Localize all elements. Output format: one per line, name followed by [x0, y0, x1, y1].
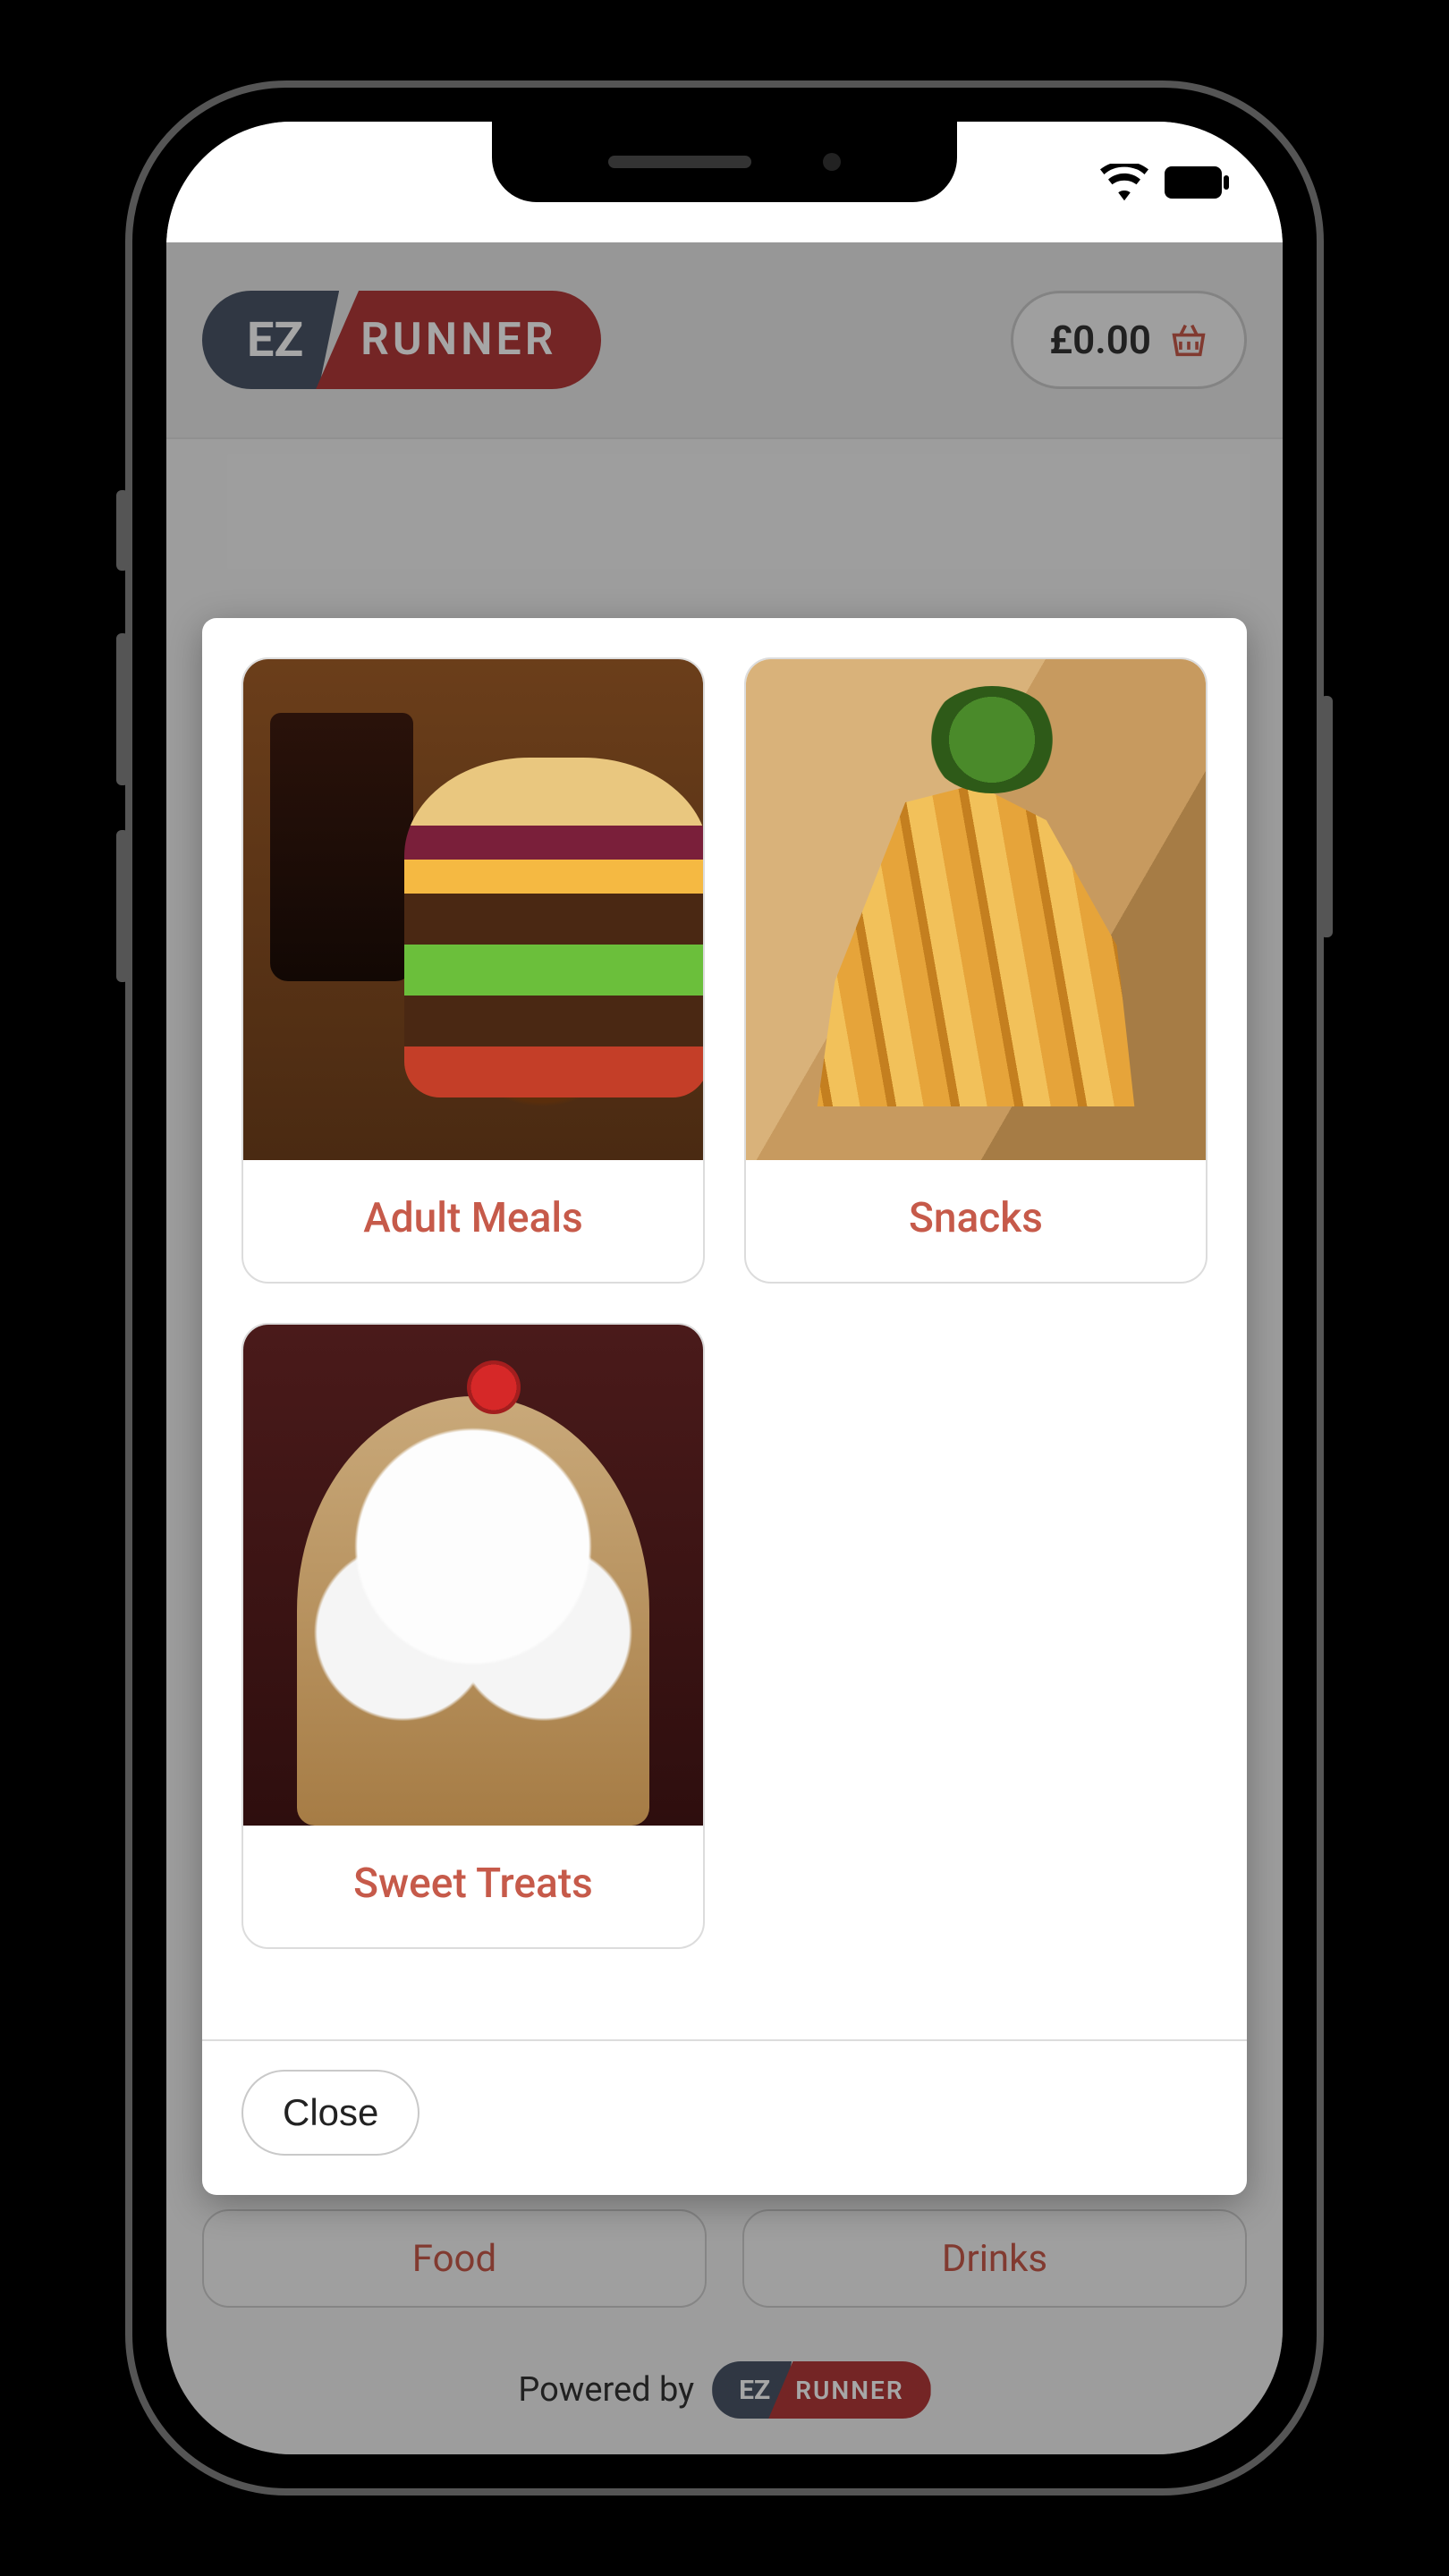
phone-camera: [823, 153, 841, 171]
phone-power-button: [1320, 696, 1333, 937]
phone-side-button: [116, 490, 129, 571]
modal-footer: Close: [202, 2039, 1247, 2195]
battery-icon: [1165, 166, 1229, 199]
category-label: Snacks: [746, 1160, 1206, 1282]
phone-volume-down-button: [116, 830, 129, 982]
close-button[interactable]: Close: [242, 2070, 419, 2156]
category-grid: Adult Meals Snacks Sweet Treats: [202, 618, 1247, 2039]
category-image-fries: [746, 659, 1206, 1160]
category-image-sundae: [243, 1325, 703, 1826]
phone-notch: [492, 122, 957, 202]
category-label: Sweet Treats: [243, 1826, 703, 1947]
wifi-icon: [1100, 164, 1148, 201]
phone-device-frame: EZ RUNNER £0.00 Food Drinks: [125, 80, 1324, 2496]
phone-screen: EZ RUNNER £0.00 Food Drinks: [166, 122, 1283, 2454]
category-modal: Adult Meals Snacks Sweet Treats Close: [202, 618, 1247, 2195]
category-card-sweet-treats[interactable]: Sweet Treats: [242, 1323, 705, 1949]
phone-volume-up-button: [116, 633, 129, 785]
category-image-burger: [243, 659, 703, 1160]
phone-speaker: [608, 156, 751, 168]
category-card-adult-meals[interactable]: Adult Meals: [242, 657, 705, 1284]
category-card-snacks[interactable]: Snacks: [744, 657, 1208, 1284]
category-label: Adult Meals: [243, 1160, 703, 1282]
